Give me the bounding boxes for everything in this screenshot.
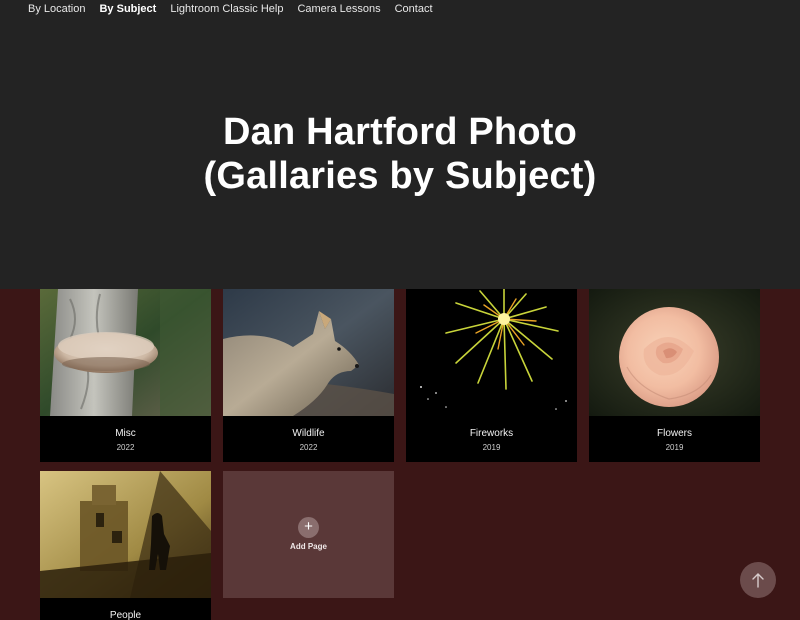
gallery-year-misc: 2022 [116,443,135,452]
gallery-year-fireworks: 2019 [482,443,501,452]
plus-icon[interactable]: + [298,517,319,538]
gallery-title-fireworks: Fireworks [469,428,514,439]
scroll-to-top-button[interactable] [740,562,776,598]
gallery-card-people[interactable]: People [40,471,211,620]
gallery-title-wildlife: Wildlife [292,428,325,439]
nav-item-by-location[interactable]: By Location [28,3,85,15]
top-navigation: By Location By Subject Lightroom Classic… [28,3,433,15]
nav-item-by-subject[interactable]: By Subject [99,3,156,15]
nav-item-contact[interactable]: Contact [395,3,433,15]
nav-item-lightroom-classic-help[interactable]: Lightroom Classic Help [170,3,283,15]
arrow-up-icon [752,573,764,588]
gallery-card-flowers[interactable]: Flowers 2019 [589,289,760,462]
gallery-card-fireworks[interactable]: Fireworks 2019 [406,289,577,462]
page-title-line-2: (Gallaries by Subject) [203,155,597,197]
add-page-label[interactable]: Add Page [223,542,394,551]
page-title-line-1: Dan Hartford Photo [222,111,578,153]
gallery-thumbnail-misc [40,289,211,416]
gallery-year-flowers: 2019 [665,443,684,452]
gallery-thumbnail-people [40,471,211,598]
gallery-thumbnail-flowers [589,289,760,416]
page-header: By Location By Subject Lightroom Classic… [0,0,800,289]
gallery-thumbnail-wildlife [223,289,394,416]
gallery-card-wildlife[interactable]: Wildlife 2022 [223,289,394,462]
gallery-year-wildlife: 2022 [299,443,318,452]
gallery-thumbnail-fireworks [406,289,577,416]
gallery-title-misc: Misc [115,428,136,439]
gallery-title-flowers: Flowers [656,428,692,439]
page-title: Dan Hartford Photo (Gallaries by Subject… [0,110,800,198]
gallery-title-people: People [109,610,142,620]
gallery-card-misc[interactable]: Misc 2022 [40,289,211,462]
nav-item-camera-lessons[interactable]: Camera Lessons [297,3,380,15]
